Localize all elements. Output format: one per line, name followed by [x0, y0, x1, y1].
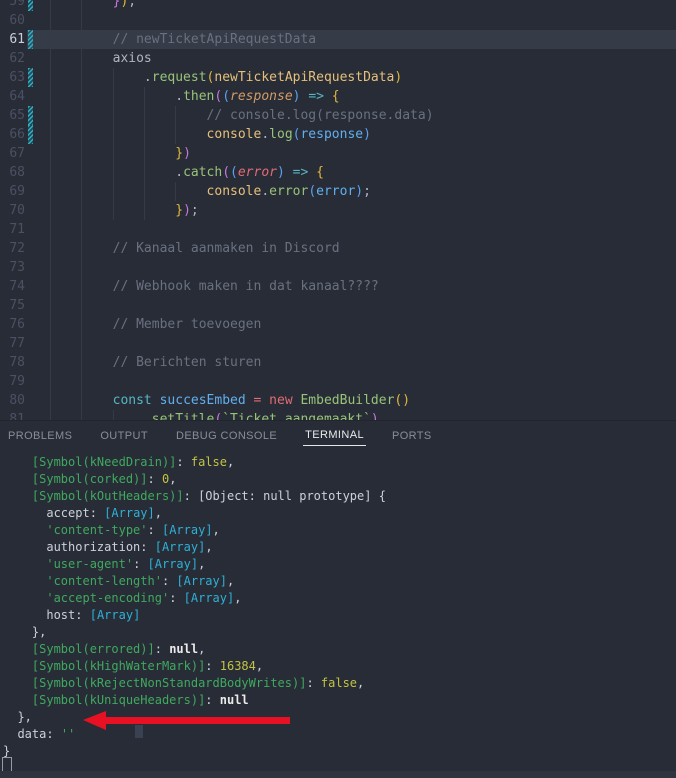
terminal-line: 'content-type': [Array],	[0, 522, 676, 539]
line-number: 73	[0, 258, 25, 277]
tab-output[interactable]: OUTPUT	[98, 425, 150, 446]
code-line-68[interactable]: 68 .catch((error) => {	[0, 163, 676, 182]
modified-line-indicator	[28, 30, 33, 49]
code-line-61[interactable]: 61 // newTicketApiRequestData	[0, 30, 676, 49]
terminal-line: }	[0, 743, 676, 760]
line-number: 62	[0, 49, 25, 68]
line-number: 60	[0, 11, 25, 30]
line-number: 67	[0, 144, 25, 163]
red-arrow-annotation	[83, 711, 290, 730]
terminal-line: [Symbol(kHighWaterMark)]: 16384,	[0, 658, 676, 675]
vscode-window: 59 });6061 // newTicketApiRequestData62 …	[0, 0, 676, 778]
terminal-line: },	[0, 624, 676, 641]
code-line-81[interactable]: 81 .setTitle(`Ticket aangemaakt`)	[0, 410, 676, 420]
code-line-64[interactable]: 64 .then((response) => {	[0, 87, 676, 106]
modified-line-indicator	[28, 106, 33, 125]
terminal-line: [Symbol(kRejectNonStandardBodyWrites)]: …	[0, 675, 676, 692]
code-line-62[interactable]: 62 axios	[0, 49, 676, 68]
line-number: 81	[0, 410, 25, 420]
terminal-line: 'user-agent': [Array],	[0, 556, 676, 573]
code-line-75[interactable]: 75	[0, 296, 676, 315]
line-number: 66	[0, 125, 25, 144]
arrow-shaft	[103, 717, 290, 724]
code-line-65[interactable]: 65 // console.log(response.data)	[0, 106, 676, 125]
terminal-line: [Symbol(corked)]: 0,	[0, 471, 676, 488]
line-number: 63	[0, 68, 25, 87]
code-line-59[interactable]: 59 });	[0, 0, 676, 11]
panel-tab-bar: PROBLEMS OUTPUT DEBUG CONSOLE TERMINAL P…	[6, 421, 458, 449]
line-number: 78	[0, 353, 25, 372]
code-line-67[interactable]: 67 })	[0, 144, 676, 163]
terminal-line: [Symbol(errored)]: null,	[0, 641, 676, 658]
code-line-78[interactable]: 78 // Berichten sturen	[0, 353, 676, 372]
code-line-66[interactable]: 66 console.log(response)	[0, 125, 676, 144]
line-number: 80	[0, 391, 25, 410]
terminal-line: [Symbol(kNeedDrain)]: false,	[0, 454, 676, 471]
code-line-72[interactable]: 72 // Kanaal aanmaken in Discord	[0, 239, 676, 258]
code-line-60[interactable]: 60	[0, 11, 676, 30]
line-number: 79	[0, 372, 25, 391]
code-line-73[interactable]: 73	[0, 258, 676, 277]
line-number: 68	[0, 163, 25, 182]
panel-bottom-edge	[0, 771, 676, 778]
line-number: 77	[0, 334, 25, 353]
code-editor[interactable]: 59 });6061 // newTicketApiRequestData62 …	[0, 0, 676, 420]
line-number: 76	[0, 315, 25, 334]
tab-problems[interactable]: PROBLEMS	[6, 425, 74, 446]
tab-debug-console[interactable]: DEBUG CONSOLE	[174, 425, 279, 446]
code-line-70[interactable]: 70 });	[0, 201, 676, 220]
code-line-69[interactable]: 69 console.error(error);	[0, 182, 676, 201]
code-line-80[interactable]: 80 const succesEmbed = new EmbedBuilder(…	[0, 391, 676, 410]
line-number: 75	[0, 296, 25, 315]
terminal-line: accept: [Array],	[0, 505, 676, 522]
code-line-63[interactable]: 63 .request(newTicketApiRequestData)	[0, 68, 676, 87]
terminal-line: host: [Array]	[0, 607, 676, 624]
modified-line-indicator	[28, 125, 33, 144]
code-line-71[interactable]: 71	[0, 220, 676, 239]
code-line-77[interactable]: 77	[0, 334, 676, 353]
terminal-line: [Symbol(kOutHeaders)]: [Object: null pro…	[0, 488, 676, 505]
line-number: 64	[0, 87, 25, 106]
tab-ports[interactable]: PORTS	[390, 425, 434, 446]
terminal-cursor	[2, 757, 12, 772]
terminal-line: [Symbol(kUniqueHeaders)]: null	[0, 692, 676, 709]
terminal-line: 'content-length': [Array],	[0, 573, 676, 590]
line-number: 71	[0, 220, 25, 239]
code-line-79[interactable]: 79	[0, 372, 676, 391]
tab-terminal[interactable]: TERMINAL	[303, 424, 366, 446]
code-line-76[interactable]: 76 // Member toevoegen	[0, 315, 676, 334]
modified-line-indicator	[28, 0, 33, 11]
line-number: 69	[0, 182, 25, 201]
terminal-line: 'accept-encoding': [Array],	[0, 590, 676, 607]
terminal-line: authorization: [Array],	[0, 539, 676, 556]
line-number: 70	[0, 201, 25, 220]
line-number: 74	[0, 277, 25, 296]
line-number: 59	[0, 0, 25, 11]
modified-line-indicator	[28, 68, 33, 87]
line-number: 65	[0, 106, 25, 125]
code-line-74[interactable]: 74 // Webhook maken in dat kanaal????	[0, 277, 676, 296]
line-number: 61	[0, 30, 25, 49]
line-number: 72	[0, 239, 25, 258]
